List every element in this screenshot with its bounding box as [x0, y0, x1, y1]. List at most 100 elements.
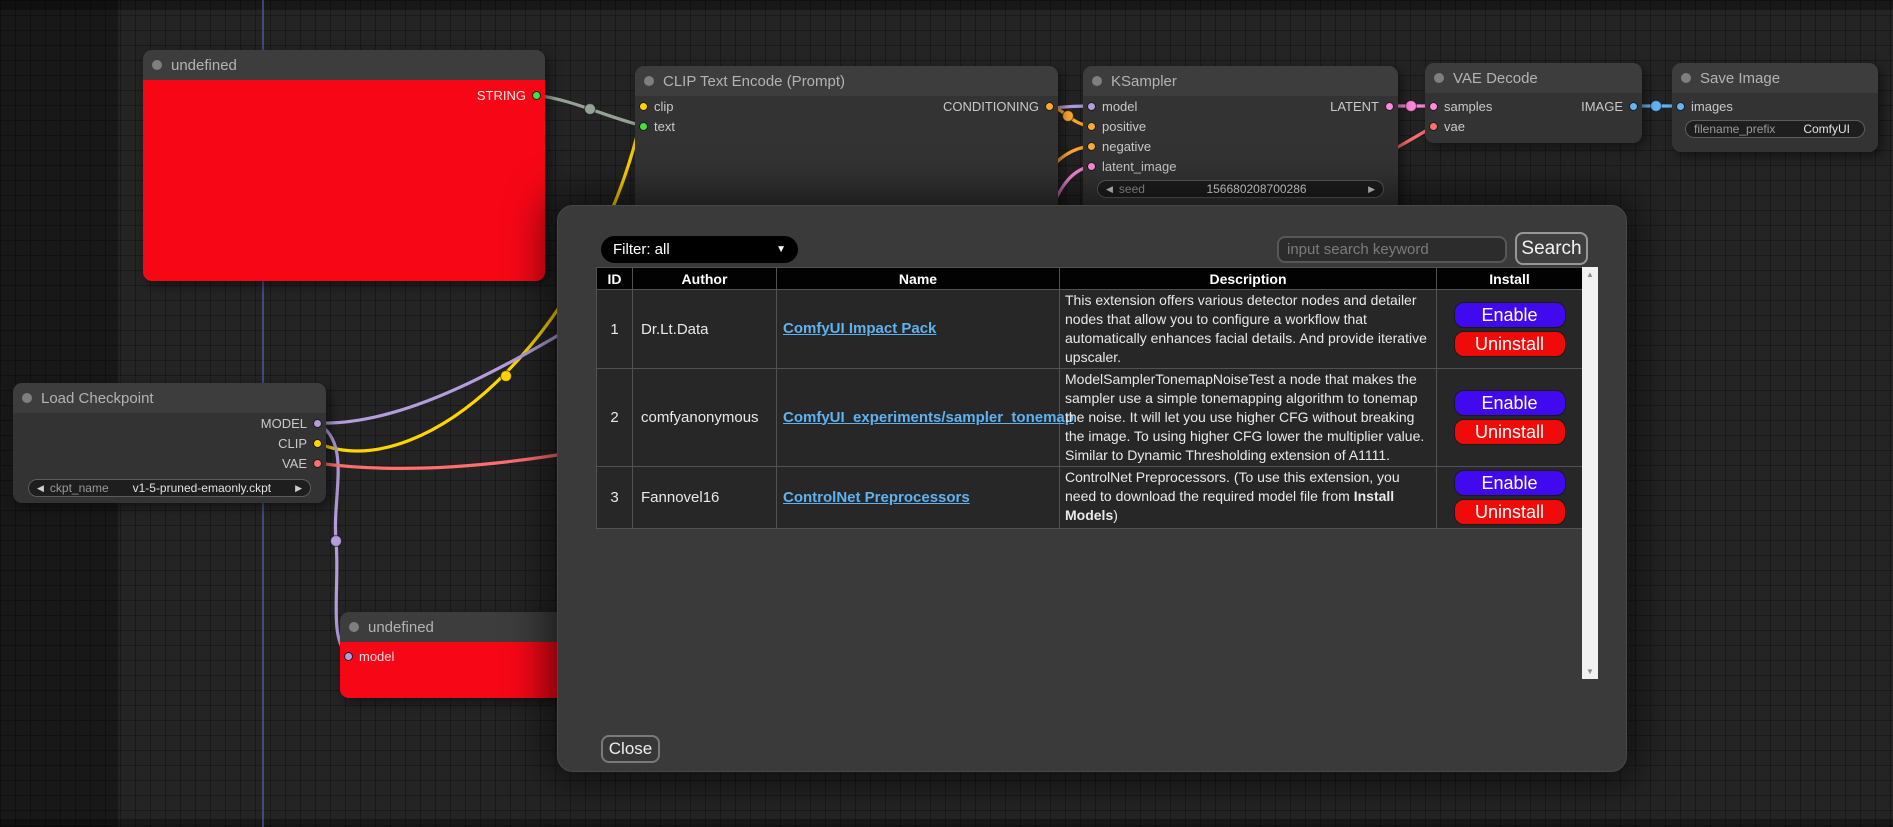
close-button[interactable]: Close [601, 735, 660, 763]
node-body[interactable]: samples IMAGE vae [1425, 93, 1642, 143]
chevron-down-icon: ▼ [776, 244, 786, 255]
collapse-dot-icon[interactable] [152, 60, 162, 70]
widget-label: filename_prefix [1694, 122, 1775, 136]
clip-input-port[interactable] [639, 102, 648, 111]
output-slot-label: VAE [282, 456, 307, 471]
cell-author: Fannovel16 [633, 467, 777, 529]
cell-id: 1 [597, 290, 633, 369]
input-slot-label: latent_image [1102, 159, 1176, 174]
widget-label: seed [1119, 182, 1145, 196]
scroll-down-icon[interactable]: ▼ [1586, 667, 1594, 676]
node-body[interactable]: clip CONDITIONING text [635, 96, 1058, 216]
output-slot-label: MODEL [261, 416, 307, 431]
negative-input-port[interactable] [1087, 142, 1096, 151]
text-input-port[interactable] [639, 122, 648, 131]
node-body[interactable]: model LATENT positive negative latent_im… [1083, 96, 1398, 216]
table-row: 2 comfyanonymous ComfyUI_experiments/sam… [597, 369, 1583, 467]
decrement-arrow-icon[interactable]: ◀ [37, 483, 44, 494]
scroll-up-icon[interactable]: ▲ [1586, 270, 1594, 279]
vae-input-port[interactable] [1429, 122, 1438, 131]
input-slot-label: images [1691, 99, 1733, 114]
comfyui-canvas[interactable]: undefined STRING CLIP Text Encode (Promp… [0, 0, 1893, 827]
search-button[interactable]: Search [1515, 232, 1588, 265]
node-title-bar[interactable]: VAE Decode [1425, 63, 1642, 93]
search-input[interactable] [1277, 236, 1507, 263]
node-load-checkpoint[interactable]: Load Checkpoint MODEL CLIP VAE ◀ ckpt_na… [13, 383, 326, 503]
node-body[interactable]: STRING [143, 80, 545, 281]
string-output-port[interactable] [532, 91, 541, 100]
cell-author: Dr.Lt.Data [633, 290, 777, 369]
header-author: Author [633, 268, 777, 290]
table-scrollbar[interactable]: ▲ ▼ [1582, 267, 1598, 679]
latent-image-input-port[interactable] [1087, 162, 1096, 171]
model-output-port[interactable] [313, 419, 322, 428]
ckpt-name-widget[interactable]: ◀ ckpt_name v1-5-pruned-emaonly.ckpt ▶ [28, 479, 311, 497]
enable-button[interactable]: Enable [1454, 390, 1566, 416]
images-input-port[interactable] [1676, 102, 1685, 111]
uninstall-button[interactable]: Uninstall [1454, 499, 1566, 525]
node-ksampler[interactable]: KSampler model LATENT positive negative [1083, 66, 1398, 216]
clip-output-port[interactable] [313, 439, 322, 448]
cell-install: Enable Uninstall [1437, 290, 1583, 369]
samples-input-port[interactable] [1429, 102, 1438, 111]
link-midpoint-dot [331, 536, 342, 547]
model-input-port[interactable] [1087, 102, 1096, 111]
extension-link[interactable]: ComfyUI Impact Pack [783, 320, 936, 337]
input-slot-label: negative [1102, 139, 1151, 154]
node-save-image[interactable]: Save Image images filename_prefix ComfyU… [1672, 63, 1878, 152]
uninstall-button[interactable]: Uninstall [1454, 419, 1566, 445]
model-input-port[interactable] [344, 652, 353, 661]
seed-widget[interactable]: ◀ seed 156680208700286 ▶ [1097, 180, 1384, 198]
increment-arrow-icon[interactable]: ▶ [295, 483, 302, 494]
widget-value: ComfyUI [1781, 122, 1856, 136]
node-title-text: Save Image [1700, 70, 1780, 87]
link-midpoint-dot [501, 371, 512, 382]
enable-button[interactable]: Enable [1454, 302, 1566, 328]
collapse-dot-icon[interactable] [1092, 76, 1102, 86]
conditioning-output-port[interactable] [1045, 102, 1054, 111]
positive-input-port[interactable] [1087, 122, 1096, 131]
increment-arrow-icon[interactable]: ▶ [1368, 184, 1375, 195]
collapse-dot-icon[interactable] [1434, 73, 1444, 83]
image-output-port[interactable] [1629, 102, 1638, 111]
node-vae-decode[interactable]: VAE Decode samples IMAGE vae [1425, 63, 1642, 143]
node-title-text: CLIP Text Encode (Prompt) [663, 73, 845, 90]
node-clip-text-encode[interactable]: CLIP Text Encode (Prompt) clip CONDITION… [635, 66, 1058, 216]
widget-value: 156680208700286 [1151, 182, 1362, 196]
collapse-dot-icon[interactable] [349, 622, 359, 632]
cell-install: Enable Uninstall [1437, 369, 1583, 467]
vae-output-port[interactable] [313, 459, 322, 468]
node-title-bar[interactable]: CLIP Text Encode (Prompt) [635, 66, 1058, 96]
node-undefined-top[interactable]: undefined STRING [143, 50, 545, 281]
decrement-arrow-icon[interactable]: ◀ [1106, 184, 1113, 195]
node-title-text: VAE Decode [1453, 70, 1538, 87]
extension-link[interactable]: ControlNet Preprocessors [783, 489, 970, 506]
cell-description: This extension offers various detector n… [1060, 290, 1437, 369]
header-name: Name [777, 268, 1060, 290]
collapse-dot-icon[interactable] [22, 393, 32, 403]
node-title-bar[interactable]: KSampler [1083, 66, 1398, 96]
link-midpoint-dot [1651, 101, 1662, 112]
extension-manager-dialog: Filter: all ▼ Search ID Author Name Desc… [557, 205, 1627, 772]
enable-button[interactable]: Enable [1454, 470, 1566, 496]
node-title-text: KSampler [1111, 73, 1177, 90]
node-title-bar[interactable]: Save Image [1672, 63, 1878, 93]
node-title-bar[interactable]: undefined [143, 50, 545, 80]
latent-output-port[interactable] [1385, 102, 1394, 111]
link-midpoint-dot [1063, 111, 1074, 122]
node-title-bar[interactable]: Load Checkpoint [13, 383, 326, 413]
cell-description: ModelSamplerTonemapNoiseTest a node that… [1060, 369, 1437, 467]
link-midpoint-dot [1406, 101, 1417, 112]
extension-link[interactable]: ComfyUI_experiments/sampler_tonemap [783, 409, 1074, 426]
filter-select[interactable]: Filter: all ▼ [601, 236, 798, 263]
input-slot-label: samples [1444, 99, 1492, 114]
collapse-dot-icon[interactable] [1681, 73, 1691, 83]
cell-install: Enable Uninstall [1437, 467, 1583, 529]
collapse-dot-icon[interactable] [644, 76, 654, 86]
node-title-text: undefined [171, 57, 237, 74]
output-slot-label: IMAGE [1581, 99, 1623, 114]
filename-prefix-widget[interactable]: filename_prefix ComfyUI [1685, 120, 1865, 138]
node-title-text: undefined [368, 619, 434, 636]
output-slot-label: STRING [477, 88, 526, 103]
uninstall-button[interactable]: Uninstall [1454, 331, 1566, 357]
